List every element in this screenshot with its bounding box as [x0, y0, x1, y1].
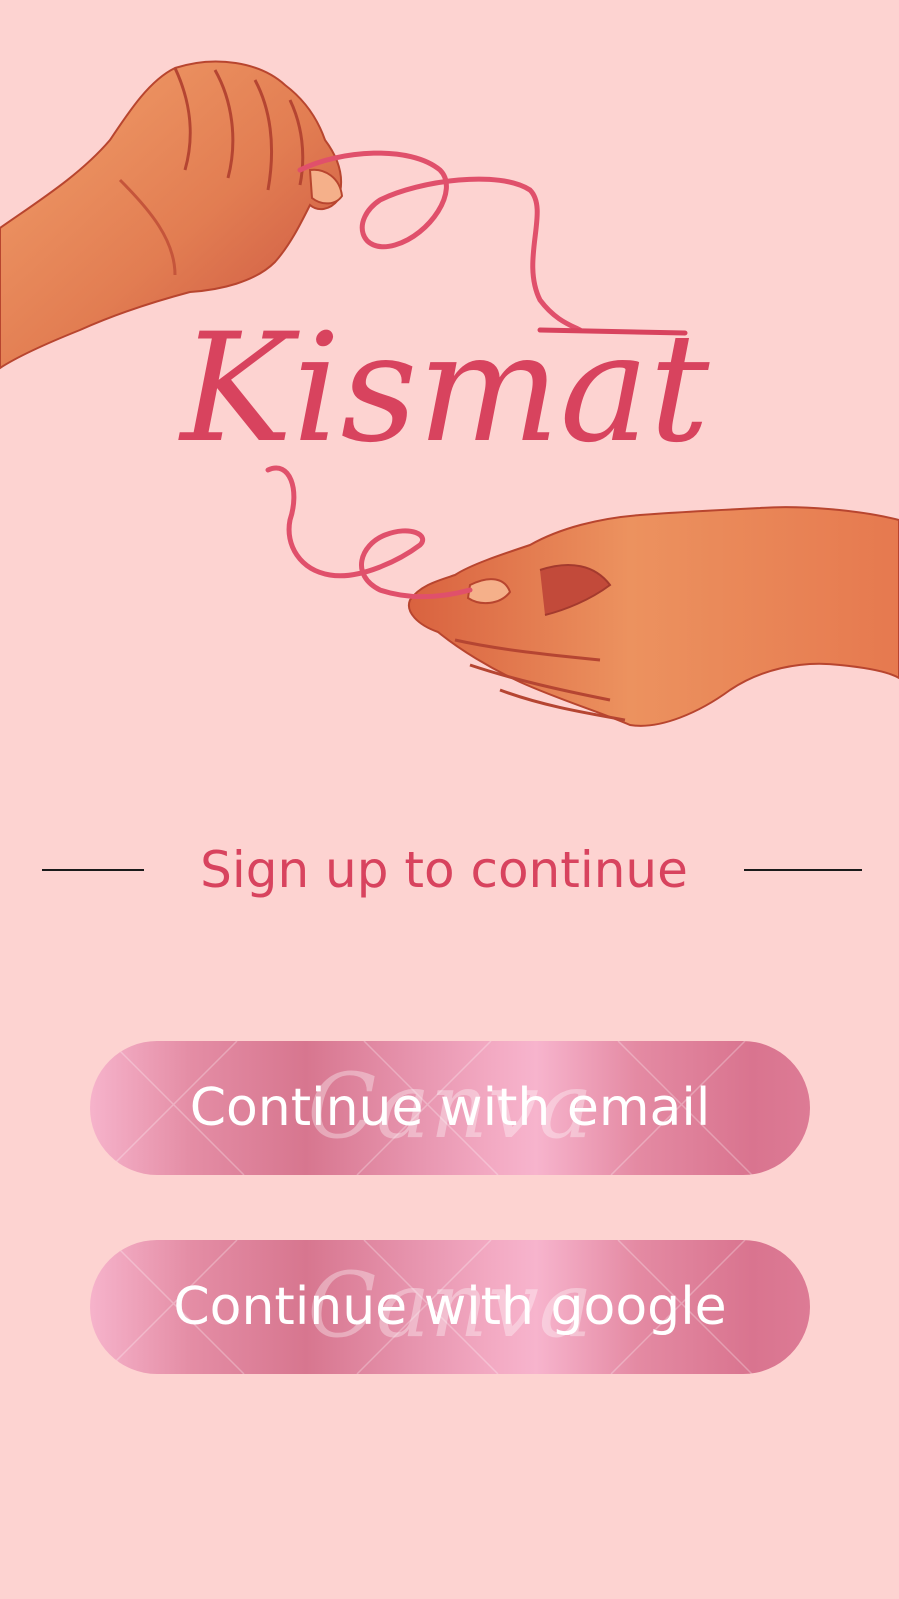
brand-logo: Kismat	[178, 302, 711, 476]
hands-thread-illustration: Kismat	[0, 60, 899, 727]
lower-hand	[407, 506, 899, 727]
signup-divider: Sign up to continue	[0, 835, 899, 905]
continue-with-google-button[interactable]: Canva Continue with google	[90, 1240, 810, 1374]
divider-line-left	[42, 868, 144, 871]
signup-heading: Sign up to continue	[200, 841, 688, 899]
continue-with-email-button[interactable]: Canva Continue with email	[90, 1041, 810, 1175]
hero-illustration: Kismat	[0, 0, 899, 760]
continue-with-email-label: Continue with email	[189, 1078, 711, 1138]
continue-with-google-label: Continue with google	[173, 1277, 727, 1337]
signup-screen: Kismat Sign up to continue Canva Continu…	[0, 0, 899, 1599]
logo-crossbar	[537, 327, 688, 336]
divider-line-right	[744, 868, 862, 871]
